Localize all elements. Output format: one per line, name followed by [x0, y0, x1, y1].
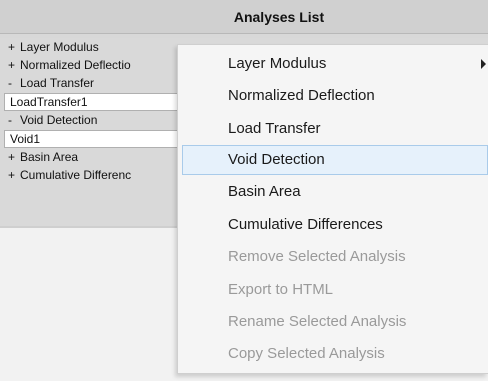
tree-node-normalized-deflection[interactable]: + Normalized Deflectio: [8, 56, 131, 74]
tree-node-cumulative-differences[interactable]: + Cumulative Differenc: [8, 166, 131, 184]
menu-item-rename-selected-analysis[interactable]: Rename Selected Analysis: [182, 307, 488, 337]
menu-item-void-detection[interactable]: Void Detection: [182, 145, 488, 175]
expand-icon[interactable]: +: [8, 166, 20, 184]
collapse-icon[interactable]: -: [8, 111, 20, 129]
menu-item-copy-selected-analysis[interactable]: Copy Selected Analysis: [182, 339, 488, 369]
tree-node-label: Load Transfer: [20, 76, 95, 90]
menu-item-load-transfer[interactable]: Load Transfer: [182, 114, 488, 144]
tree-node-label: Layer Modulus: [20, 40, 99, 54]
tree-node-void-detection[interactable]: - Void Detection: [8, 111, 97, 129]
tree-child-loadtransfer1[interactable]: LoadTransfer1: [4, 93, 194, 111]
menu-item-export-to-html[interactable]: Export to HTML: [182, 275, 488, 305]
tree-child-void1[interactable]: Void1: [4, 130, 194, 148]
tree-node-layer-modulus[interactable]: + Layer Modulus: [8, 38, 99, 56]
menu-item-remove-selected-analysis[interactable]: Remove Selected Analysis: [182, 242, 488, 272]
expand-icon[interactable]: +: [8, 148, 20, 166]
collapse-icon[interactable]: -: [8, 74, 20, 92]
tree-node-label: Basin Area: [20, 150, 79, 164]
menu-item-basin-area[interactable]: Basin Area: [182, 177, 488, 207]
tree-node-label: Normalized Deflectio: [20, 58, 131, 72]
tree-node-load-transfer[interactable]: - Load Transfer: [8, 74, 94, 92]
panel-title: Analyses List: [0, 0, 488, 34]
tree-node-label: Cumulative Differenc: [20, 168, 132, 182]
context-menu: Layer Modulus Normalized Deflection Load…: [177, 44, 488, 374]
submenu-arrow-icon: [481, 59, 486, 69]
expand-icon[interactable]: +: [8, 56, 20, 74]
menu-item-layer-modulus[interactable]: Layer Modulus: [182, 49, 488, 79]
expand-icon[interactable]: +: [8, 38, 20, 56]
tree-node-label: Void Detection: [20, 113, 98, 127]
tree-node-basin-area[interactable]: + Basin Area: [8, 148, 78, 166]
menu-item-normalized-deflection[interactable]: Normalized Deflection: [182, 81, 488, 111]
menu-item-cumulative-differences[interactable]: Cumulative Differences: [182, 210, 488, 240]
menu-item-label: Layer Modulus: [228, 55, 327, 72]
